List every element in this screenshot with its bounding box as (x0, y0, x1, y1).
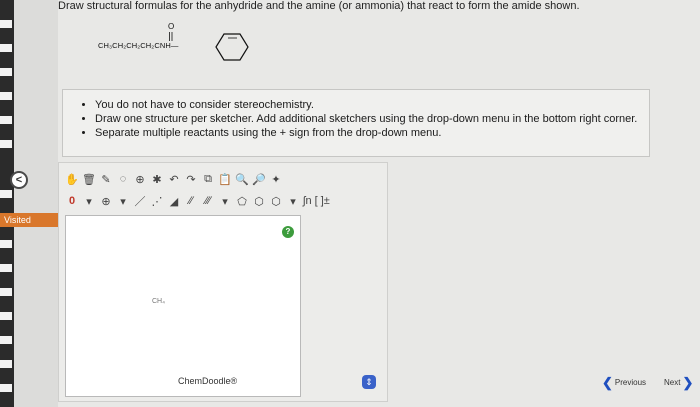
previous-label: Previous (614, 378, 647, 387)
template-icon[interactable]: ✱ (150, 170, 164, 188)
chevron-down-icon[interactable]: ▾ (116, 192, 130, 210)
nav-tab[interactable] (0, 264, 12, 272)
nav-tab[interactable] (0, 190, 12, 198)
double-bond-icon[interactable]: ∕∕ (184, 192, 198, 210)
nav-tab[interactable] (0, 116, 12, 124)
chevron-down-icon[interactable]: ▾ (218, 192, 232, 210)
clear-icon[interactable]: 🗑 (82, 170, 96, 188)
chemdoodle-sketcher: ✋ 🗑 ✎ ◌ ⊕ ✱ ↶ ↷ ⧉ 📋 🔍 🔎 ✦ 0 ▾ ⊕ ▾ ／ ⋰ ◢ … (58, 162, 388, 402)
lasso-icon[interactable]: ◌ (116, 170, 130, 188)
next-button[interactable]: Next ❯ (664, 374, 694, 390)
collapse-nav-button[interactable]: < (10, 171, 28, 189)
cyclohexane-icon[interactable]: ⬡ (269, 192, 283, 210)
benzene-ring-drawing: O (168, 22, 249, 61)
nav-tab[interactable] (0, 140, 12, 148)
functional-group-tool[interactable]: ʃn [ ]± (303, 192, 330, 210)
charge-tool[interactable]: 0 (65, 192, 79, 210)
nav-tab[interactable] (0, 288, 12, 296)
plus-tool[interactable]: ⊕ (99, 192, 113, 210)
nav-tab[interactable] (0, 44, 12, 52)
help-icon[interactable]: ? (282, 226, 294, 238)
chevron-right-icon: ❯ (682, 374, 694, 390)
drawing-canvas[interactable]: ? CH₄ ChemDoodle® (65, 215, 301, 397)
instruction-item: Draw one structure per sketcher. Add add… (95, 112, 649, 126)
nav-tab[interactable] (0, 384, 12, 392)
instruction-item: You do not have to consider stereochemis… (95, 98, 649, 112)
chevron-left-icon: < (15, 174, 23, 186)
chevron-down-icon[interactable]: ▾ (82, 192, 96, 210)
previous-button[interactable]: ❮ Previous (602, 374, 647, 390)
question-content: Draw structural formulas for the anhydri… (58, 0, 700, 407)
eraser-icon[interactable]: ✎ (99, 170, 113, 188)
triple-bond-icon[interactable]: ∕∕∕ (201, 192, 215, 210)
single-bond-icon[interactable]: ／ (133, 192, 147, 210)
hand-icon[interactable]: ✋ (65, 170, 79, 188)
sketcher-toolbar-bottom: 0 ▾ ⊕ ▾ ／ ⋰ ◢ ∕∕ ∕∕∕ ▾ ⬠ ⬡ ⬡ ▾ ʃn [ ]± (65, 191, 330, 211)
cyclopentane-icon[interactable]: ⬠ (235, 192, 249, 210)
sketcher-count-stepper[interactable]: ⇕ (362, 375, 376, 389)
question-text: Draw structural formulas for the anhydri… (58, 0, 580, 12)
next-label: Next (664, 378, 681, 387)
chevron-down-icon[interactable]: ▾ (286, 192, 300, 210)
canvas-placeholder: CH₄ (152, 298, 165, 305)
instruction-item: Separate multiple reactants using the + … (95, 126, 649, 140)
chemdoodle-brand: ChemDoodle® (178, 376, 238, 386)
nav-tab[interactable] (0, 20, 12, 28)
sketcher-toolbar-top: ✋ 🗑 ✎ ◌ ⊕ ✱ ↶ ↷ ⧉ 📋 🔍 🔎 ✦ (65, 169, 283, 189)
clean-icon[interactable]: ✦ (269, 170, 283, 188)
left-nav-strip (0, 0, 14, 407)
undo-icon[interactable]: ↶ (167, 170, 181, 188)
zoom-in-icon[interactable]: 🔍 (235, 170, 249, 188)
nav-tab[interactable] (0, 68, 12, 76)
svg-text:O: O (168, 22, 174, 31)
nav-tab[interactable] (0, 336, 12, 344)
nav-tab[interactable] (0, 360, 12, 368)
amide-structure: CH₃CH₂CH₂CH₂CNH— O (98, 18, 298, 68)
zoom-out-icon[interactable]: 🔎 (252, 170, 266, 188)
updown-icon: ⇕ (365, 377, 373, 387)
copy-icon[interactable]: ⧉ (201, 170, 215, 188)
instructions-box: You do not have to consider stereochemis… (62, 89, 650, 157)
nav-tab[interactable] (0, 240, 12, 248)
select-icon[interactable]: ⊕ (133, 170, 147, 188)
redo-icon[interactable]: ↷ (184, 170, 198, 188)
visited-badge: Visited (0, 213, 58, 227)
nav-tab[interactable] (0, 92, 12, 100)
wedge-bond-icon[interactable]: ◢ (167, 192, 181, 210)
paste-icon[interactable]: 📋 (218, 170, 232, 188)
chevron-left-icon: ❮ (602, 374, 613, 390)
dashed-bond-icon[interactable]: ⋰ (150, 192, 164, 210)
benzene-icon[interactable]: ⬡ (252, 192, 266, 210)
nav-tab[interactable] (0, 312, 12, 320)
